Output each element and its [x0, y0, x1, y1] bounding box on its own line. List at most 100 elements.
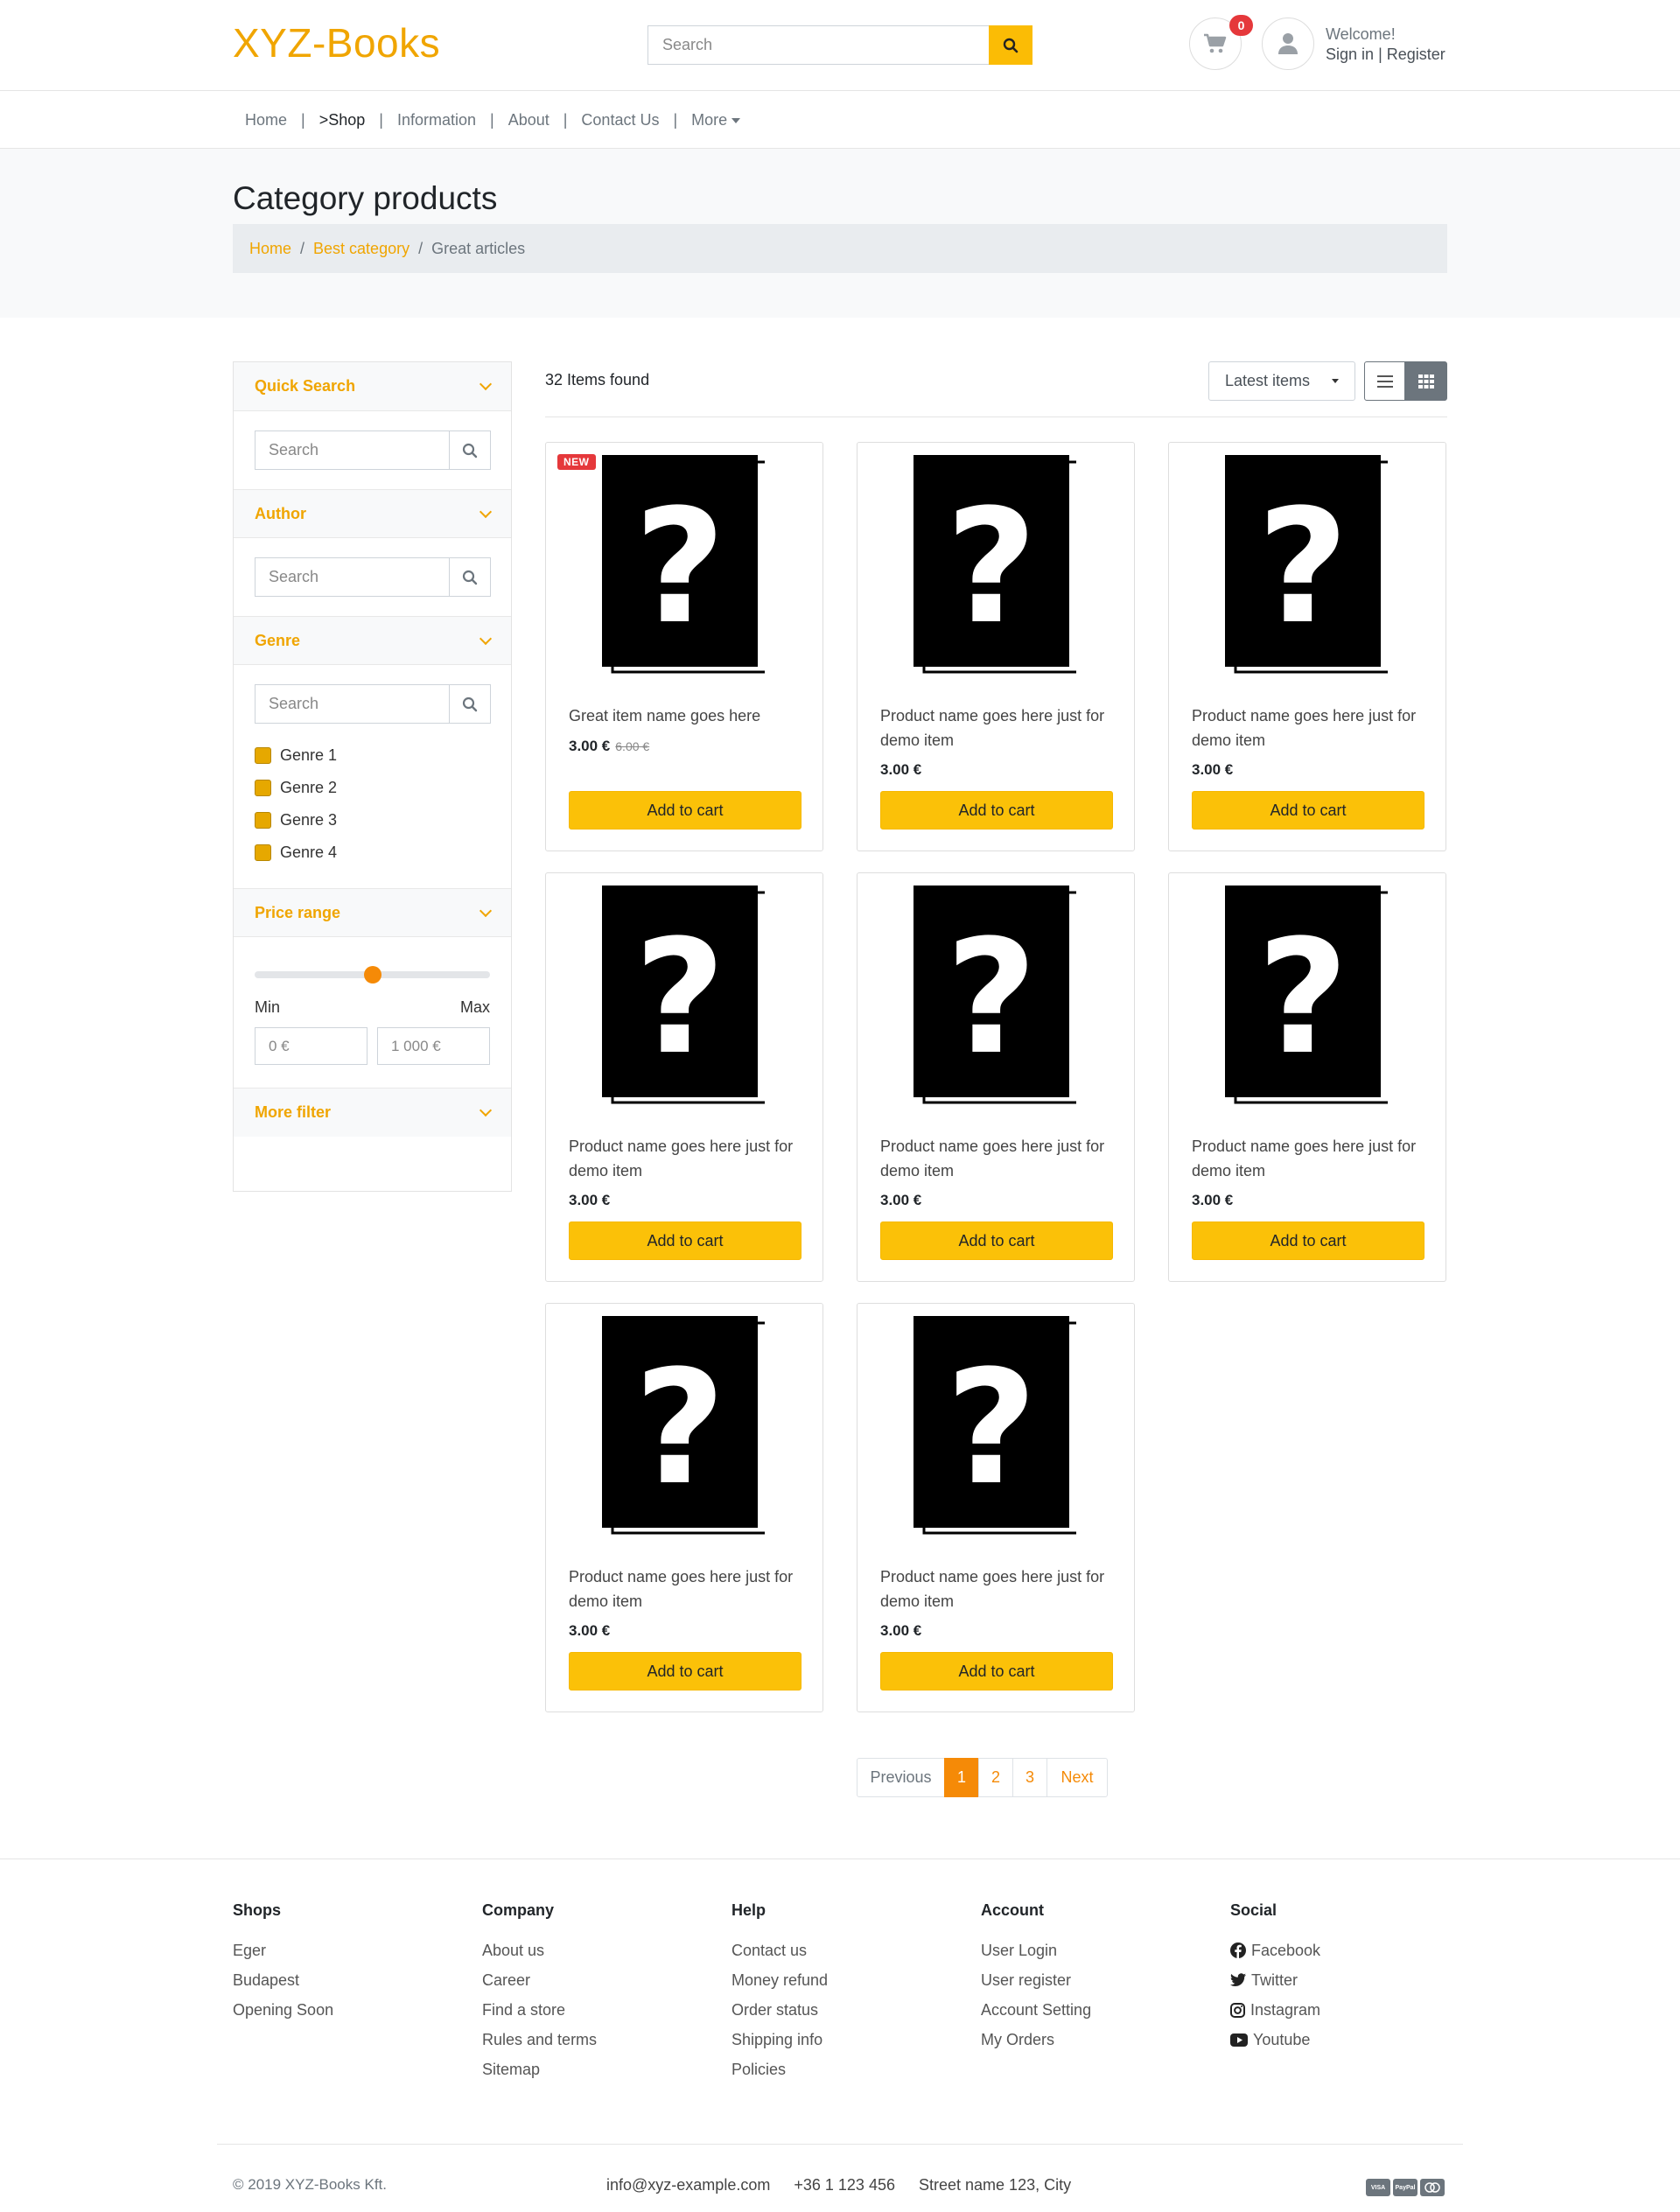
list-view-button[interactable] [1364, 361, 1405, 401]
add-to-cart-button[interactable]: Add to cart [880, 1222, 1113, 1260]
product-card[interactable]: ? Product name goes here just for demo it… [1168, 442, 1446, 851]
product-image[interactable]: ? [910, 884, 1080, 1104]
product-name[interactable]: Product name goes here just for demo ite… [1192, 1134, 1432, 1183]
pagination-page[interactable]: 2 [978, 1758, 1013, 1797]
add-to-cart-button[interactable]: Add to cart [569, 791, 802, 830]
breadcrumb-best-category[interactable]: Best category [313, 240, 410, 258]
footer-link-instagram[interactable]: Instagram [1230, 1995, 1320, 2025]
genre-checkbox[interactable] [255, 780, 271, 796]
slider-thumb[interactable] [363, 966, 382, 984]
quick-search-input[interactable] [255, 430, 449, 470]
logo[interactable]: XYZ-Books [233, 19, 440, 66]
product-card[interactable]: ? Product name goes here just for demo it… [1168, 872, 1446, 1282]
product-name[interactable]: Product name goes here just for demo ite… [569, 1564, 809, 1614]
filter-header-quick-search[interactable]: Quick Search [234, 362, 511, 411]
footer-link[interactable]: Policies [732, 2054, 828, 2084]
genre-option[interactable]: Genre 4 [255, 836, 490, 869]
nav-item-about[interactable]: About [508, 111, 550, 130]
product-price: 3.00 € [880, 761, 921, 779]
search-input[interactable] [648, 25, 989, 65]
footer-link[interactable]: Money refund [732, 1965, 828, 1995]
nav-item-shop[interactable]: >Shop [319, 111, 366, 130]
product-image[interactable]: ? [910, 453, 1080, 674]
product-card[interactable]: ? Product name goes here just for demo it… [857, 872, 1135, 1282]
genre-checkbox[interactable] [255, 844, 271, 861]
genre-checkbox[interactable] [255, 812, 271, 829]
footer-link[interactable]: Rules and terms [482, 2025, 597, 2054]
product-name[interactable]: Great item name goes here [569, 704, 809, 728]
nav-item-more[interactable]: More [691, 111, 741, 130]
user-button[interactable] [1262, 18, 1314, 70]
search-button[interactable] [989, 25, 1032, 65]
footer-link[interactable]: About us [482, 1936, 597, 1965]
product-name[interactable]: Product name goes here just for demo ite… [880, 1134, 1121, 1183]
grid-view-button[interactable] [1404, 361, 1447, 401]
footer-link[interactable]: Find a store [482, 1995, 597, 2025]
filter-header-price-range[interactable]: Price range [234, 888, 511, 937]
footer-link-twitter[interactable]: Twitter [1230, 1965, 1320, 1995]
product-image[interactable]: ? [598, 453, 768, 674]
product-image[interactable]: ? [1222, 884, 1391, 1104]
pagination-previous[interactable]: Previous [857, 1758, 945, 1797]
add-to-cart-button[interactable]: Add to cart [880, 791, 1113, 830]
genre-checkbox[interactable] [255, 747, 271, 764]
add-to-cart-button[interactable]: Add to cart [569, 1652, 802, 1690]
filter-header-author[interactable]: Author [234, 489, 511, 538]
add-to-cart-button[interactable]: Add to cart [569, 1222, 802, 1260]
max-price-input[interactable] [377, 1027, 490, 1065]
product-image[interactable]: ? [598, 884, 768, 1104]
filter-header-more-filter[interactable]: More filter [234, 1088, 511, 1137]
nav-item-information[interactable]: Information [397, 111, 476, 130]
add-to-cart-button[interactable]: Add to cart [880, 1652, 1113, 1690]
quick-search-button[interactable] [449, 430, 491, 470]
price-slider[interactable] [255, 963, 490, 984]
genre-search-button[interactable] [449, 684, 491, 724]
product-image[interactable]: ? [598, 1314, 768, 1535]
product-image[interactable]: ? [1222, 453, 1391, 674]
footer-link[interactable]: User Login [981, 1936, 1091, 1965]
footer-link-youtube[interactable]: Youtube [1230, 2025, 1320, 2054]
pagination-next[interactable]: Next [1046, 1758, 1108, 1797]
footer-link[interactable]: Account Setting [981, 1995, 1091, 2025]
footer-link[interactable]: Eger [233, 1936, 333, 1965]
footer-link[interactable]: User register [981, 1965, 1091, 1995]
register-link[interactable]: Register [1387, 46, 1446, 63]
product-card[interactable]: ? Product name goes here just for demo it… [857, 442, 1135, 851]
filter-header-genre[interactable]: Genre [234, 616, 511, 665]
genre-option[interactable]: Genre 2 [255, 772, 490, 804]
genre-option[interactable]: Genre 1 [255, 739, 490, 772]
footer-link[interactable]: Order status [732, 1995, 828, 2025]
footer-link[interactable]: Shipping info [732, 2025, 828, 2054]
product-name[interactable]: Product name goes here just for demo ite… [880, 704, 1121, 752]
author-search-input[interactable] [255, 557, 449, 597]
add-to-cart-button[interactable]: Add to cart [1192, 1222, 1424, 1260]
footer-link[interactable]: Opening Soon [233, 1995, 333, 2025]
product-card[interactable]: ? NEW Great item name goes here 3.00 € 6.00 … [545, 442, 823, 851]
sign-in-link[interactable]: Sign in [1326, 46, 1374, 63]
product-image[interactable]: ? [910, 1314, 1080, 1535]
sort-select[interactable]: Latest items [1208, 361, 1355, 401]
footer-link[interactable]: Budapest [233, 1965, 333, 1995]
product-name[interactable]: Product name goes here just for demo ite… [569, 1134, 809, 1183]
footer-link[interactable]: My Orders [981, 2025, 1091, 2054]
footer-link-facebook[interactable]: Facebook [1230, 1936, 1320, 1965]
nav-item-home[interactable]: Home [245, 111, 287, 130]
pagination-page[interactable]: 1 [944, 1758, 979, 1797]
add-to-cart-button[interactable]: Add to cart [1192, 791, 1424, 830]
genre-search-input[interactable] [255, 684, 449, 724]
min-price-input[interactable] [255, 1027, 368, 1065]
product-name[interactable]: Product name goes here just for demo ite… [1192, 704, 1432, 752]
product-card[interactable]: ? Product name goes here just for demo it… [545, 1303, 823, 1712]
nav-item-contact[interactable]: Contact Us [581, 111, 659, 130]
footer-link[interactable]: Career [482, 1965, 597, 1995]
genre-option[interactable]: Genre 3 [255, 804, 490, 836]
footer-email[interactable]: info@xyz-example.com [606, 2176, 770, 2194]
product-name[interactable]: Product name goes here just for demo ite… [880, 1564, 1121, 1614]
product-card[interactable]: ? Product name goes here just for demo it… [545, 872, 823, 1282]
footer-link[interactable]: Sitemap [482, 2054, 597, 2084]
footer-link[interactable]: Contact us [732, 1936, 828, 1965]
product-card[interactable]: ? Product name goes here just for demo it… [857, 1303, 1135, 1712]
author-search-button[interactable] [449, 557, 491, 597]
pagination-page[interactable]: 3 [1012, 1758, 1047, 1797]
breadcrumb-home[interactable]: Home [249, 240, 291, 258]
